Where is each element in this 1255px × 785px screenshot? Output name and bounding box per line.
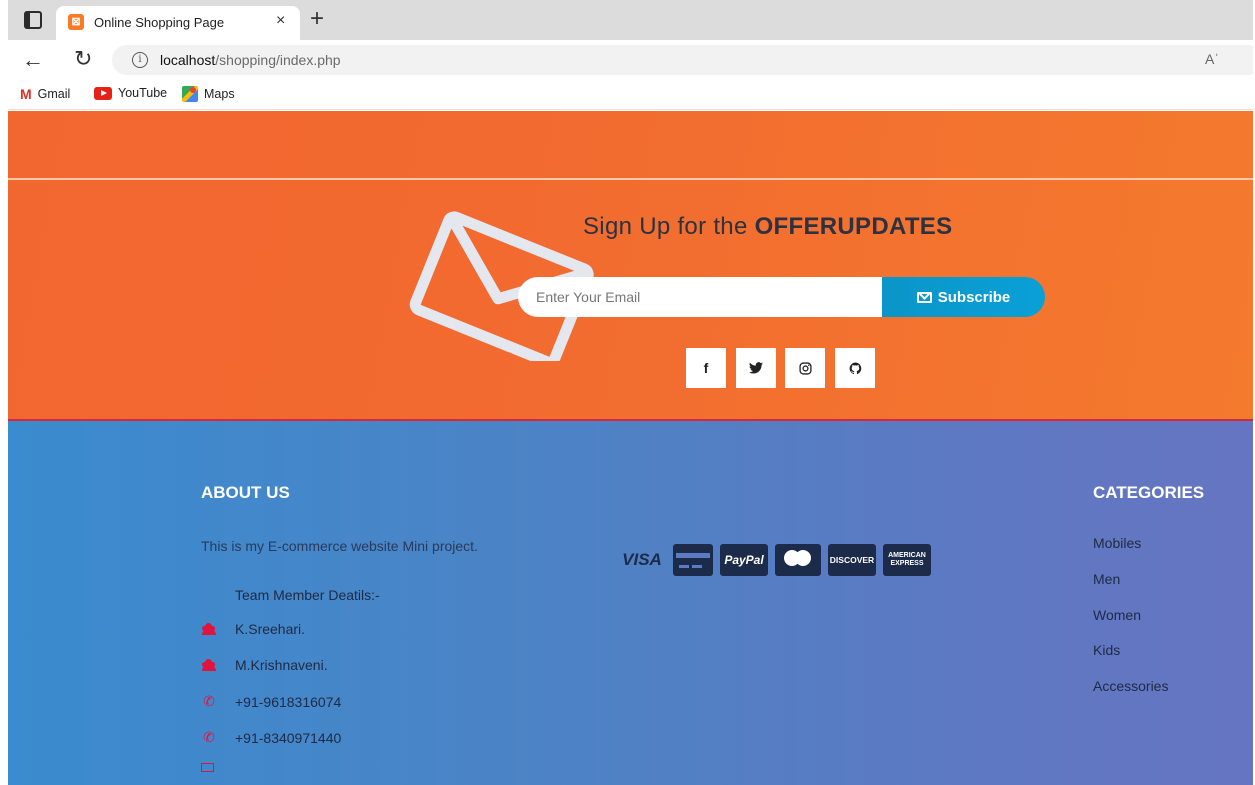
subscribe-label: Subscribe (937, 288, 1011, 306)
url-path: /shopping/index.php (215, 52, 341, 68)
payment-methods: VISA PayPal DISCOVER AMERICAN EXPRESS (618, 544, 931, 576)
phone-icon: ✆ (203, 693, 215, 709)
envelope-icon (201, 763, 214, 772)
facebook-icon: f (703, 360, 709, 376)
maps-icon (182, 86, 198, 102)
tab-close-icon[interactable]: × (276, 12, 285, 30)
reload-icon[interactable]: ↻ (74, 46, 92, 72)
facebook-button[interactable]: f (686, 348, 726, 388)
bookmark-gmail[interactable]: M Gmail (20, 86, 70, 102)
signup-title-bold: OFFERUPDATES (754, 213, 953, 240)
users-icon (201, 623, 217, 635)
twitter-icon (749, 362, 763, 374)
envelope-icon (916, 291, 932, 303)
bookmark-maps[interactable]: Maps (182, 86, 235, 102)
categories-heading: CATEGORIES (1093, 483, 1205, 502)
bookmark-label: YouTube (118, 86, 168, 100)
xampp-favicon-icon: ⊠ (68, 14, 84, 30)
amex-icon: AMERICAN EXPRESS (883, 544, 931, 576)
signup-title-prefix: Sign Up for the (583, 213, 755, 240)
team-heading: Team Member Deatils:- (235, 587, 380, 603)
browser-tab[interactable]: ⊠ Online Shopping Page × (56, 6, 300, 40)
credit-card-icon (673, 544, 713, 576)
signup-title: Sign Up for the OFFERUPDATES (583, 213, 952, 241)
twitter-button[interactable] (736, 348, 776, 388)
member-row: M.Krishnaveni. (201, 657, 328, 673)
url-field[interactable]: i localhost/shopping/index.php Aʾ (112, 45, 1255, 75)
url-text[interactable]: localhost/shopping/index.php (160, 52, 341, 68)
github-icon (849, 362, 861, 374)
member-name: M.Krishnaveni. (235, 657, 328, 673)
browser-tab-bar: ⊠ Online Shopping Page × + (0, 0, 1255, 40)
instagram-button[interactable] (785, 348, 825, 388)
category-link-accessories[interactable]: Accessories (1093, 678, 1168, 694)
site-footer: ABOUT US This is my E-commerce website M… (8, 421, 1253, 785)
github-button[interactable] (835, 348, 875, 388)
section-divider (8, 178, 1253, 180)
site-info-icon[interactable]: i (132, 52, 148, 68)
category-link-women[interactable]: Women (1093, 607, 1141, 623)
visa-icon: VISA (622, 550, 662, 569)
about-us-heading: ABOUT US (201, 483, 290, 502)
bookmark-youtube[interactable]: YouTube (94, 86, 167, 100)
window-edge-left (0, 0, 8, 785)
address-bar: ← ↻ i localhost/shopping/index.php Aʾ (0, 40, 1255, 80)
newsletter-section: Sign Up for the OFFERUPDATES Subscribe f (8, 111, 1253, 421)
phone-number: +91-8340971440 (235, 729, 342, 746)
users-icon (201, 659, 217, 671)
category-link-mobiles[interactable]: Mobiles (1093, 535, 1141, 551)
member-name: K.Sreehari. (235, 621, 306, 637)
phone-number: +91-9618316074 (235, 693, 342, 710)
gmail-icon: M (20, 86, 32, 102)
youtube-icon (94, 86, 112, 100)
back-arrow-icon[interactable]: ← (22, 47, 44, 73)
email-input[interactable] (518, 277, 884, 317)
mastercard-icon (775, 544, 821, 576)
sidebar-toggle-icon[interactable] (24, 11, 42, 29)
about-us-text: This is my E-commerce website Mini proje… (201, 538, 478, 554)
new-tab-icon[interactable]: + (310, 5, 324, 33)
bookmark-label: Gmail (37, 87, 71, 101)
phone-icon: ✆ (203, 729, 215, 745)
tab-title: Online Shopping Page (94, 15, 225, 30)
phone-row: ✆ +91-8340971440 (201, 729, 341, 746)
member-row: K.Sreehari. (201, 621, 305, 637)
bookmarks-bar: M Gmail YouTube Maps (0, 80, 1255, 110)
category-link-men[interactable]: Men (1093, 571, 1120, 587)
category-link-kids[interactable]: Kids (1093, 642, 1120, 658)
bookmark-label: Maps (204, 87, 235, 101)
email-row (201, 763, 214, 772)
url-host: localhost (160, 52, 216, 68)
phone-row: ✆ +91-9618316074 (201, 693, 341, 710)
instagram-icon (798, 361, 812, 375)
read-aloud-icon[interactable]: Aʾ (1205, 51, 1219, 67)
subscribe-button[interactable]: Subscribe (882, 277, 1045, 317)
discover-icon: DISCOVER (828, 544, 876, 576)
paypal-icon: PayPal (720, 544, 768, 576)
